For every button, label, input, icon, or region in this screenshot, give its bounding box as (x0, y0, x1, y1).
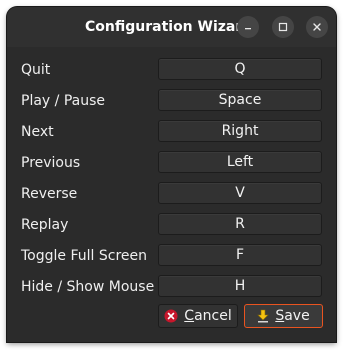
control-label: Toggle Full Screen (21, 248, 147, 264)
key-button-hide-show-mouse[interactable]: H (158, 275, 322, 297)
control-row-replay: Replay R (7, 213, 336, 237)
key-button-previous[interactable]: Left (158, 151, 322, 173)
maximize-icon (278, 22, 288, 32)
maximize-button[interactable] (272, 16, 294, 38)
control-row-reverse: Reverse V (7, 182, 336, 206)
close-button[interactable] (306, 16, 328, 38)
title-bar[interactable]: Configuration Wizard (7, 7, 336, 47)
control-label: Quit (21, 62, 51, 78)
key-button-quit[interactable]: Q (158, 58, 322, 80)
control-row-next: Next Right (7, 120, 336, 144)
control-label: Play / Pause (21, 93, 105, 109)
close-icon (312, 22, 322, 32)
key-button-replay[interactable]: R (158, 213, 322, 235)
cancel-button[interactable]: Cancel (158, 304, 238, 328)
control-label: Next (21, 124, 54, 140)
cancel-x-circle-icon (164, 309, 178, 323)
minimize-icon (243, 22, 253, 32)
control-label: Previous (21, 155, 81, 171)
cancel-button-label: Cancel (184, 308, 232, 324)
key-button-toggle-full-screen[interactable]: F (158, 244, 322, 266)
controls-panel: Quit Q Play / Pause Space Next Right Pre… (7, 47, 336, 342)
configuration-wizard-window: Configuration Wizard Quit Q Play / Pause… (7, 7, 336, 342)
key-button-reverse[interactable]: V (158, 182, 322, 204)
control-row-hide-show-mouse: Hide / Show Mouse H (7, 275, 336, 299)
control-row-play-pause: Play / Pause Space (7, 89, 336, 113)
save-button[interactable]: Save (244, 304, 323, 328)
control-label: Hide / Show Mouse (21, 279, 155, 295)
control-row-quit: Quit Q (7, 58, 336, 82)
window-title: Configuration Wizard (85, 19, 253, 35)
key-button-play-pause[interactable]: Space (158, 89, 322, 111)
control-row-toggle-full-screen: Toggle Full Screen F (7, 244, 336, 268)
save-down-arrow-icon (257, 309, 270, 323)
control-label: Reverse (21, 186, 78, 202)
minimize-button[interactable] (237, 16, 259, 38)
save-button-label: Save (275, 308, 310, 324)
key-button-next[interactable]: Right (158, 120, 322, 142)
control-label: Replay (21, 217, 69, 233)
control-row-previous: Previous Left (7, 151, 336, 175)
